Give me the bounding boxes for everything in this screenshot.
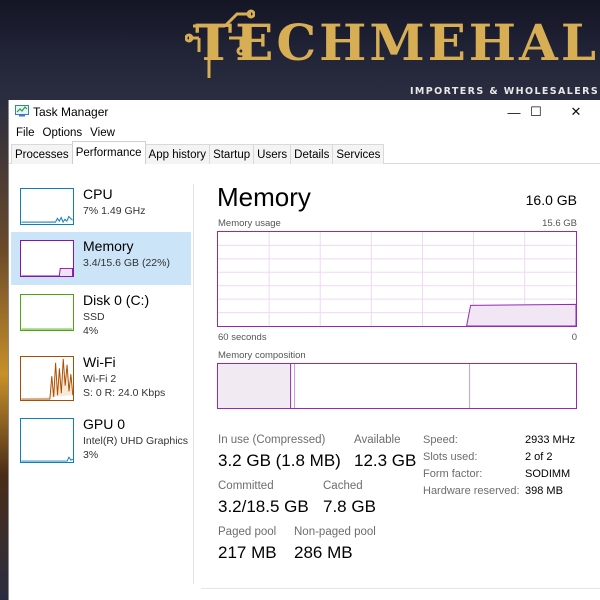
sidebar-item-detail: Intel(R) UHD Graphics — [83, 435, 189, 447]
tab-users[interactable]: Users — [253, 144, 292, 164]
in-use-label: In use (Compressed) — [218, 434, 326, 446]
sidebar-item-disk[interactable]: Disk 0 (C:) SSD 4% — [11, 286, 191, 339]
sidebar-item-wifi[interactable]: Wi-Fi Wi-Fi 2 S: 0 R: 24.0 Kbps — [11, 348, 191, 401]
paged-pool-value: 217 MB — [218, 543, 277, 562]
non-paged-pool-value: 286 MB — [294, 543, 353, 562]
sidebar-item-detail: Wi-Fi 2 — [83, 373, 117, 385]
cached-value: 7.8 GB — [323, 497, 376, 516]
sidebar-item-value: 3% — [83, 449, 99, 461]
tab-strip: Processes Performance App history Startu… — [9, 141, 600, 164]
menu-options[interactable]: Options — [39, 124, 87, 142]
wifi-thumbnail-graph — [20, 356, 74, 401]
memory-total: 16.0 GB — [525, 192, 577, 208]
form-factor-value: SODIMM — [525, 468, 571, 480]
sidebar-item-gpu[interactable]: GPU 0 Intel(R) UHD Graphics 3% — [11, 410, 191, 463]
sidebar-item-detail: 7% 1.49 GHz — [83, 205, 146, 217]
hardware-reserved-value: 398 MB — [525, 485, 563, 497]
memory-usage-area — [466, 303, 576, 326]
sidebar-item-label: Wi-Fi — [83, 354, 116, 370]
memory-composition-bar — [217, 363, 577, 409]
task-manager-icon — [15, 105, 29, 117]
window-title: Task Manager — [33, 105, 109, 119]
sidebar-item-memory[interactable]: Memory 3.4/15.6 GB (22%) — [11, 232, 191, 285]
non-paged-pool-label: Non-paged pool — [294, 526, 376, 538]
available-value: 12.3 GB — [354, 451, 417, 470]
graph-time-left: 60 seconds — [218, 332, 267, 343]
cpu-thumbnail-graph — [20, 188, 74, 225]
background-strip — [0, 100, 8, 600]
memory-thumbnail-graph — [20, 240, 74, 277]
sidebar-item-cpu[interactable]: CPU 7% 1.49 GHz — [11, 180, 191, 233]
cached-label: Cached — [323, 480, 363, 492]
speed-value: 2933 MHz — [525, 434, 576, 446]
memory-usage-max: 15.6 GB — [542, 218, 577, 229]
memory-usage-graph — [217, 231, 577, 327]
tab-startup[interactable]: Startup — [209, 144, 255, 164]
sidebar-item-detail: SSD — [83, 311, 105, 323]
memory-composition-label: Memory composition — [218, 350, 306, 361]
available-label: Available — [354, 434, 401, 446]
title-bar[interactable]: Task Manager — ☐ ✕ — [9, 100, 600, 124]
performance-panel: CPU 7% 1.49 GHz Memory 3.4/15.6 GB (22%)… — [9, 164, 600, 600]
menu-file[interactable]: File — [12, 124, 39, 142]
form-factor-label: Form factor: — [423, 468, 483, 480]
speed-label: Speed: — [423, 434, 458, 446]
sidebar-item-label: GPU 0 — [83, 416, 126, 432]
close-button[interactable]: ✕ — [555, 100, 597, 124]
graph-time-right: 0 — [571, 332, 577, 343]
in-use-value: 3.2 GB (1.8 MB) — [218, 451, 341, 470]
tab-details[interactable]: Details — [290, 144, 334, 164]
tab-app-history[interactable]: App history — [144, 144, 211, 164]
task-manager-window: Task Manager — ☐ ✕ File Options View Pro… — [8, 100, 600, 600]
sidebar-item-value: 4% — [83, 325, 99, 337]
sidebar-item-label: Disk 0 (C:) — [83, 292, 150, 308]
menu-bar: File Options View — [9, 124, 600, 142]
sidebar-item-label: CPU — [83, 186, 113, 202]
disk-thumbnail-graph — [20, 294, 74, 331]
committed-label: Committed — [218, 480, 274, 492]
brand-banner: TECHMEHAL IMPORTERS & WHOLESALERS — [0, 0, 600, 100]
committed-value: 3.2/18.5 GB — [218, 497, 309, 516]
page-title: Memory — [217, 182, 311, 212]
sidebar-item-label: Memory — [83, 238, 134, 254]
paged-pool-label: Paged pool — [218, 526, 277, 538]
memory-usage-label: Memory usage — [218, 218, 281, 229]
menu-view[interactable]: View — [86, 124, 119, 142]
slots-used-value: 2 of 2 — [525, 451, 553, 463]
sidebar-item-value: S: 0 R: 24.0 Kbps — [83, 387, 166, 399]
brand-logo: TECHMEHAL — [195, 13, 600, 72]
maximize-button[interactable]: ☐ — [515, 100, 557, 124]
tab-processes[interactable]: Processes — [11, 144, 73, 164]
slots-used-label: Slots used: — [423, 451, 478, 463]
gpu-thumbnail-graph — [20, 418, 74, 463]
tab-performance[interactable]: Performance — [71, 141, 146, 164]
brand-tagline: IMPORTERS & WHOLESALERS — [410, 86, 600, 97]
tab-services[interactable]: Services — [332, 144, 385, 164]
sidebar-divider — [193, 184, 194, 584]
bottom-divider — [201, 588, 600, 589]
hardware-reserved-label: Hardware reserved: — [423, 485, 520, 497]
resource-sidebar: CPU 7% 1.49 GHz Memory 3.4/15.6 GB (22%)… — [9, 180, 193, 600]
sidebar-item-detail: 3.4/15.6 GB (22%) — [83, 257, 170, 269]
